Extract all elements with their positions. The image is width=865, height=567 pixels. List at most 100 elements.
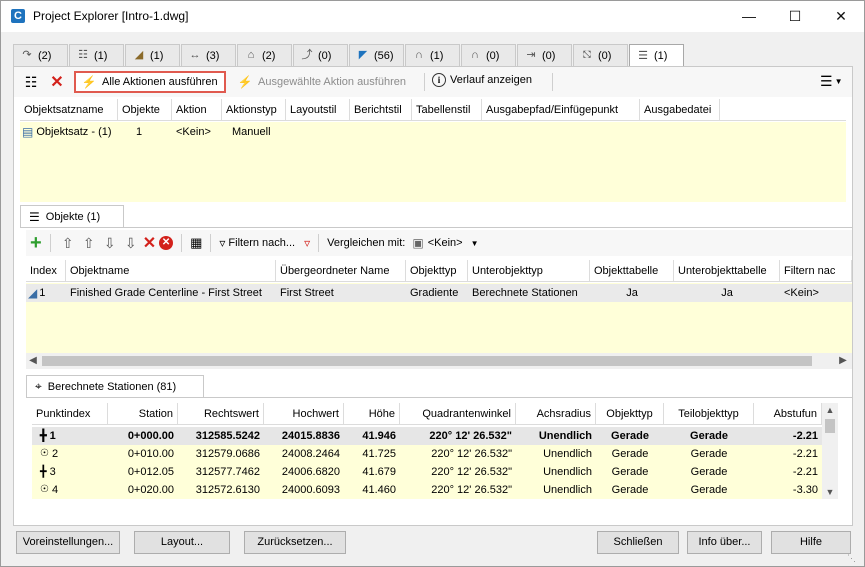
scroll-thumb[interactable] <box>42 356 812 366</box>
column-header[interactable]: Berichtstil <box>350 99 412 121</box>
tab-objects[interactable]: ☰ Objekte (1) <box>20 205 124 227</box>
tab-computed-stations[interactable]: ⌖ Berechnete Stationen (81) <box>26 375 204 397</box>
column-header[interactable]: Objektsatzname <box>20 99 118 121</box>
column-header[interactable]: Hochwert <box>264 403 344 425</box>
objects-toolbar: + ⇧ ⇧ ⇩ ⇩ ✕ ✕ ▦ ▿ Filtern nach... ▿ Verg… <box>26 230 852 256</box>
tab-parcels[interactable]: ⌂ (2) <box>237 44 292 66</box>
column-header[interactable]: Tabellenstil <box>412 99 482 121</box>
column-header[interactable]: Teilobjekttyp <box>664 403 754 425</box>
table-row[interactable]: ☉ 2 0+010.00 312579.0686 24008.2464 41.72… <box>32 445 822 463</box>
column-header[interactable]: Quadrantenwinkel <box>400 403 516 425</box>
tab-vehicles[interactable]: ⛞ (0) <box>573 44 628 66</box>
scroll-down-icon[interactable]: ▼ <box>822 485 838 499</box>
column-header[interactable]: Höhe <box>344 403 400 425</box>
move-up-icon[interactable]: ⇧ <box>80 235 98 252</box>
tab-count: (1) <box>94 49 108 62</box>
table-row[interactable]: ☉ 4 0+020.00 312572.6130 24000.6093 41.46… <box>32 481 822 499</box>
column-header[interactable]: Objektname <box>66 260 276 282</box>
tab-profiles[interactable]: ⤴ (0) <box>293 44 348 66</box>
compare-dropdown[interactable]: ▣ <Kein> ▼ <box>412 236 478 250</box>
tab-count: (0) <box>318 49 332 62</box>
presets-button[interactable]: Voreinstellungen... <box>16 531 120 554</box>
run-selected-action-button[interactable]: ⚡ Ausgewählte Aktion ausführen <box>236 73 406 91</box>
scroll-up-icon[interactable]: ▲ <box>822 403 838 417</box>
resize-grip-icon[interactable]: ⋱ <box>847 553 856 564</box>
column-header[interactable]: Objekttyp <box>596 403 664 425</box>
tab-assemblies[interactable]: ↔ (3) <box>181 44 236 66</box>
close-button[interactable]: ✕ <box>818 1 864 32</box>
move-bottom-icon[interactable]: ⇩ <box>122 235 140 252</box>
toolbar-divider <box>424 73 425 91</box>
tab-pressure-networks[interactable]: ∩ (1) <box>405 44 460 66</box>
move-top-icon[interactable]: ⇧ <box>59 235 77 252</box>
column-header[interactable]: Aktion <box>172 99 222 121</box>
show-history-button[interactable]: i Verlauf anzeigen <box>432 73 532 87</box>
tab-surfaces[interactable]: ◢ (1) <box>125 44 180 66</box>
layout-button[interactable]: Layout... <box>134 531 230 554</box>
delete-icon[interactable]: ✕ <box>48 73 66 91</box>
tab-corridors[interactable]: ☷ (1) <box>69 44 124 66</box>
table-row[interactable]: ╋ 1 0+000.00 312585.5242 24015.8836 41.94… <box>32 427 822 445</box>
about-button[interactable]: Info über... <box>687 531 762 554</box>
run-all-actions-button[interactable]: ⚡ Alle Aktionen ausführen <box>74 71 226 93</box>
title-bar[interactable]: C Project Explorer [Intro-1.dwg] — ☐ ✕ <box>1 1 864 32</box>
column-header[interactable]: Abstufun <box>754 403 822 425</box>
column-header[interactable]: Achsradius <box>516 403 596 425</box>
column-header[interactable]: Ausgabedatei <box>640 99 720 121</box>
add-icon[interactable]: + <box>30 233 42 253</box>
table-settings-icon[interactable]: ▦ <box>190 235 202 251</box>
compare-value: <Kein> <box>427 237 463 249</box>
tab-sections[interactable]: ⇥ (0) <box>517 44 572 66</box>
column-header[interactable]: Objekttyp <box>406 260 468 282</box>
close-dialog-button[interactable]: Schließen <box>597 531 679 554</box>
tab-structures[interactable]: ∩ (0) <box>461 44 516 66</box>
column-header[interactable]: Objekttabelle <box>590 260 674 282</box>
column-header[interactable]: Index <box>26 260 66 282</box>
chevron-down-icon: ▼ <box>470 238 479 248</box>
column-header[interactable]: Ausgabepfad/Einfügepunkt <box>482 99 640 121</box>
new-objectset-icon[interactable]: ☷ <box>22 73 40 91</box>
scroll-left-icon[interactable]: ◀ <box>26 353 40 369</box>
corridor-icon: ☷ <box>78 49 88 61</box>
stations-vertical-scrollbar[interactable]: ▲ ▼ <box>822 403 838 499</box>
column-header[interactable]: Aktionstyp <box>222 99 286 121</box>
move-down-icon[interactable]: ⇩ <box>101 235 119 252</box>
column-header[interactable]: Rechtswert <box>178 403 264 425</box>
column-header[interactable]: Punktindex <box>32 403 108 425</box>
remove-all-icon[interactable]: ✕ <box>159 236 174 250</box>
tab-pipe-networks[interactable]: ◤ (56) <box>349 44 404 66</box>
run-selected-icon: ⚡ <box>237 75 253 89</box>
toolbar-divider <box>49 234 51 252</box>
main-panel: ☷ ✕ ⚡ Alle Aktionen ausführen ⚡ Ausgewäh… <box>13 66 853 526</box>
tab-count: (0) <box>542 49 556 62</box>
maximize-button[interactable]: ☐ <box>772 1 818 32</box>
table-row[interactable]: ▤ Objektsatz - (1) 1 <Kein> Manuell <box>20 123 286 141</box>
objects-horizontal-scrollbar[interactable]: ◀ ▶ <box>26 353 852 369</box>
minimize-button[interactable]: — <box>726 1 772 32</box>
run-actions-icon: ⚡ <box>81 75 97 89</box>
objects-table-header: Index Objektname Übergeordneter Name Obj… <box>26 260 852 282</box>
column-header[interactable]: Objekte <box>118 99 172 121</box>
filter-button[interactable]: ▿ Filtern nach... <box>219 236 295 250</box>
structure-icon: ∩ <box>471 49 479 61</box>
help-button[interactable]: Hilfe <box>771 531 851 554</box>
toolbar-divider <box>210 234 212 252</box>
reset-button[interactable]: Zurücksetzen... <box>244 531 346 554</box>
objectset-toolbar: ☷ ✕ ⚡ Alle Aktionen ausführen ⚡ Ausgewäh… <box>14 67 852 97</box>
column-header[interactable]: Station <box>108 403 178 425</box>
view-options-menu[interactable]: ☰ ▼ <box>820 73 842 90</box>
table-row[interactable]: ◢ 1 Finished Grade Centerline - First Str… <box>26 284 852 302</box>
remove-icon[interactable]: ✕ <box>143 233 156 253</box>
scroll-right-icon[interactable]: ▶ <box>836 353 850 369</box>
tab-alignments[interactable]: ↷ (2) <box>13 44 68 66</box>
table-row[interactable]: ╋ 3 0+012.05 312577.7462 24006.6820 41.67… <box>32 463 822 481</box>
clear-filter-icon[interactable]: ▿ <box>304 236 310 250</box>
tab-object-sets[interactable]: ☰ (1) <box>629 44 684 67</box>
column-header[interactable]: Unterobjekttyp <box>468 260 590 282</box>
column-header[interactable]: Layoutstil <box>286 99 350 121</box>
column-header[interactable]: Übergeordneter Name <box>276 260 406 282</box>
tab-count: (0) <box>486 49 500 62</box>
scroll-thumb[interactable] <box>825 419 835 433</box>
column-header[interactable]: Unterobjekttabelle <box>674 260 780 282</box>
column-header[interactable]: Filtern nac <box>780 260 852 282</box>
